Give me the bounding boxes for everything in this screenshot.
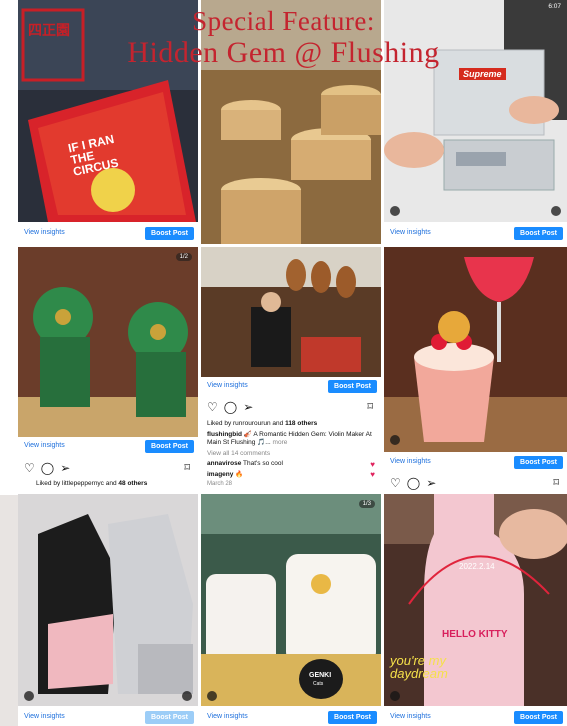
share-icon[interactable]: ➢ — [60, 461, 70, 475]
post-tile-violin[interactable]: View insights Boost Post ♡ ◯ ➢ ⌑ Liked by … — [201, 247, 381, 493]
bookmark-icon[interactable]: ⌑ — [553, 476, 559, 489]
post-date: March 28 — [207, 481, 233, 487]
boost-post-button[interactable]: Boost Post — [514, 227, 563, 240]
boost-post-button[interactable]: Boost Post — [145, 711, 194, 724]
feature-title-line2: Hidden Gem @ Flushing — [127, 36, 440, 69]
action-row: ♡ ◯ ➢ — [24, 461, 76, 477]
view-insights-link[interactable]: View insights — [390, 713, 431, 720]
insights-bar: View insights Boost Post — [201, 377, 381, 399]
comment-like-icon[interactable]: ♥ — [370, 460, 375, 469]
box-sub: Cats — [313, 681, 324, 687]
insights-bar: View insights Boost Post — [201, 708, 381, 726]
caption-username[interactable]: flushingbid — [207, 431, 242, 438]
bookmark-icon[interactable]: ⌑ — [184, 461, 190, 474]
view-insights-link[interactable]: View insights — [390, 458, 431, 465]
insights-bar: View insights Boost Post — [18, 224, 198, 244]
cocktail-photo — [384, 247, 567, 452]
insights-bar: View insights Boost Post — [18, 708, 198, 726]
mute-icon[interactable] — [551, 206, 561, 216]
boost-post-button[interactable]: Boost Post — [328, 380, 377, 393]
cats-photo — [201, 494, 381, 706]
insights-bar: View insights Boost Post — [384, 453, 567, 475]
share-icon[interactable]: ➢ — [243, 400, 253, 414]
tagged-user-icon[interactable] — [24, 691, 34, 701]
action-row: ♡ ◯ ➢ — [390, 476, 442, 492]
more-link[interactable]: more — [273, 439, 288, 446]
view-insights-link[interactable]: View insights — [24, 713, 65, 720]
tagged-user-icon[interactable] — [390, 691, 400, 701]
comment-text: 🔥 — [235, 471, 244, 478]
comment-1: annavirose That's so cool — [207, 460, 283, 467]
view-insights-link[interactable]: View insights — [24, 229, 65, 236]
post-tile-lions[interactable]: 1/2 View insights Boost Post ♡ ◯ ➢ ⌑ Liked… — [18, 247, 198, 493]
boost-post-button[interactable]: Boost Post — [145, 440, 194, 453]
action-row: ♡ ◯ ➢ — [207, 400, 259, 416]
post-tile-cocktail[interactable]: View insights Boost Post ♡ ◯ ➢ ⌑ — [384, 247, 567, 493]
comment-user[interactable]: annavirose — [207, 460, 241, 467]
post-tile-sneakers[interactable]: View insights Boost Post — [18, 494, 198, 726]
comment-icon[interactable]: ◯ — [407, 476, 420, 490]
view-insights-link[interactable]: View insights — [207, 713, 248, 720]
view-insights-link[interactable]: View insights — [24, 442, 65, 449]
boost-post-button[interactable]: Boost Post — [514, 711, 563, 724]
tagged-user-icon[interactable] — [390, 206, 400, 216]
lions-photo — [18, 247, 198, 437]
comment-icon[interactable]: ◯ — [41, 461, 54, 475]
comment-icon[interactable]: ◯ — [224, 400, 237, 414]
view-insights-link[interactable]: View insights — [207, 382, 248, 389]
liked-by-text: Liked by runrourourun and — [207, 420, 284, 427]
tagged-user-icon[interactable] — [390, 435, 400, 445]
view-insights-link[interactable]: View insights — [390, 229, 431, 236]
boost-post-button[interactable]: Boost Post — [328, 711, 377, 724]
comment-user[interactable]: imageny — [207, 471, 233, 478]
tagged-user-icon[interactable] — [207, 691, 217, 701]
post-tile-sake[interactable]: 2022.2.14 HELLO KITTY you're my daydream… — [384, 494, 567, 726]
heart-icon[interactable]: ♡ — [24, 461, 35, 475]
share-icon[interactable]: ➢ — [426, 476, 436, 490]
mute-icon[interactable] — [182, 691, 192, 701]
comment-like-icon[interactable]: ♥ — [370, 470, 375, 479]
date-overlay: 2022.2.14 — [459, 562, 495, 571]
bottle-label: HELLO KITTY — [442, 629, 508, 640]
comment-text: That's so cool — [243, 460, 283, 467]
insights-bar: View insights Boost Post — [384, 224, 567, 244]
likes-line: Liked by runrourourun and 118 others — [207, 420, 317, 427]
view-comments-link[interactable]: View all 14 comments — [207, 450, 270, 457]
comment-2: imageny 🔥 — [207, 470, 243, 478]
bookmark-icon[interactable]: ⌑ — [367, 400, 373, 413]
insights-bar: View insights Boost Post — [18, 437, 198, 459]
sneakers-photo — [18, 494, 198, 706]
likes-count[interactable]: 48 others — [118, 480, 147, 487]
heart-icon[interactable]: ♡ — [390, 476, 401, 490]
insights-bar: View insights Boost Post — [384, 708, 567, 726]
boost-post-button[interactable]: Boost Post — [145, 227, 194, 240]
likes-count[interactable]: 118 others — [285, 420, 317, 427]
box-brand: GENKI — [309, 672, 332, 679]
boost-post-button[interactable]: Boost Post — [514, 456, 563, 469]
liked-by-text: Liked by littlepeppernyc and — [36, 480, 117, 487]
feature-title-line1: Special Feature: — [192, 6, 375, 36]
heart-icon[interactable]: ♡ — [207, 400, 218, 414]
background-strip — [0, 495, 18, 726]
carousel-counter: 1/3 — [358, 500, 375, 508]
instagram-grid: IF I RAN THE CIRCUS 四正園 View insights Bo… — [18, 0, 567, 726]
overlay-text: you're my daydream — [390, 653, 448, 681]
caption: flushingbid 🎻 A Romantic Hidden Gem: Vio… — [207, 431, 375, 447]
post-tile-cats[interactable]: 1/3 GENKI Cats View insights Boost Post — [201, 494, 381, 726]
likes-line: Liked by littlepeppernyc and 48 others — [36, 480, 147, 487]
carousel-counter: 1/2 — [175, 253, 192, 261]
violin-photo — [201, 247, 381, 377]
